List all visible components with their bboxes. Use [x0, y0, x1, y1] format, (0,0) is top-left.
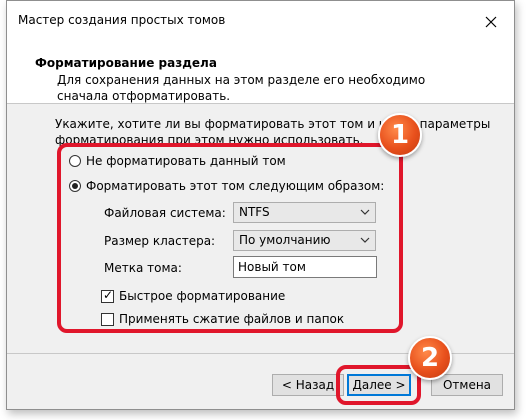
page-header: Форматирование раздела Для сохранения да…	[7, 43, 514, 104]
close-button[interactable]	[468, 1, 514, 43]
highlight-next-button	[336, 365, 421, 405]
back-button[interactable]: < Назад	[272, 374, 344, 396]
title-bar: Мастер создания простых томов	[7, 1, 514, 43]
cancel-button[interactable]: Отмена	[431, 374, 503, 396]
close-icon	[485, 16, 497, 28]
highlight-format-options	[57, 143, 403, 333]
step-badge-1: 1	[378, 113, 422, 157]
window-title: Мастер создания простых томов	[18, 13, 226, 27]
page-title: Форматирование раздела	[35, 56, 217, 70]
step-badge-2: 2	[408, 336, 452, 380]
page-subtitle: Для сохранения данных на этом разделе ег…	[57, 73, 426, 103]
